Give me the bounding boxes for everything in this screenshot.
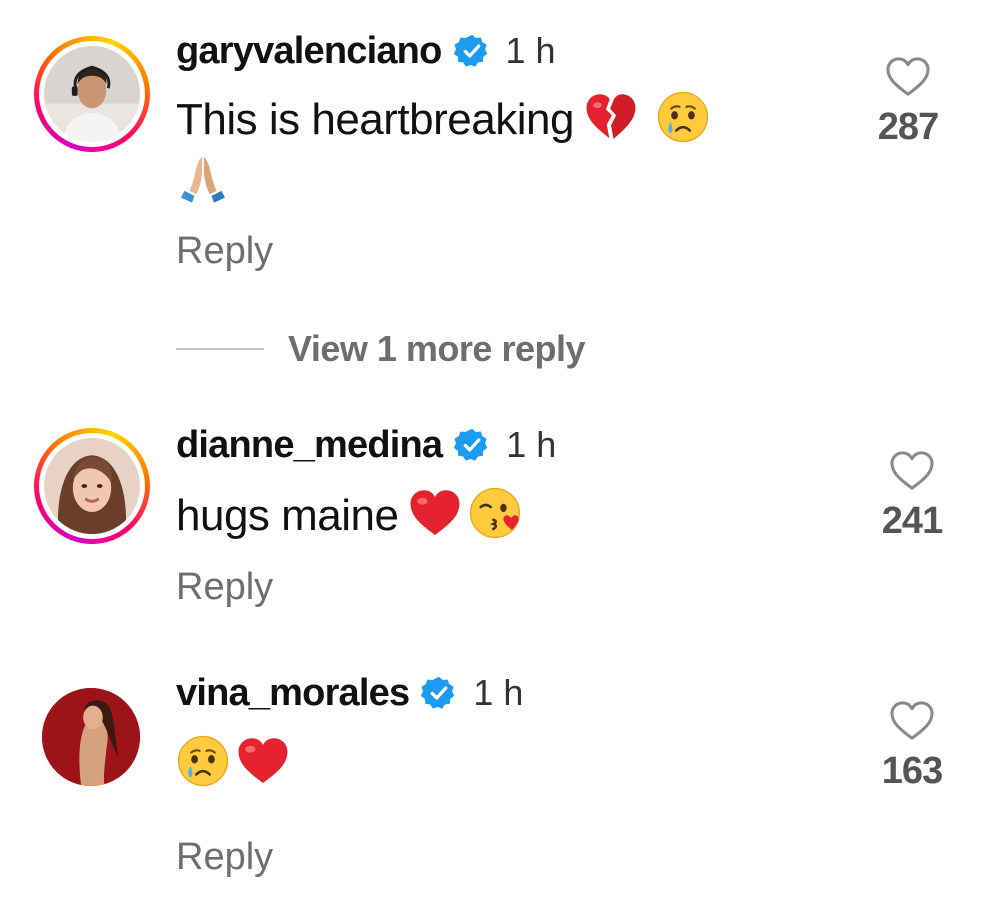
- like-count: 241: [881, 500, 943, 542]
- username[interactable]: garyvalenciano: [176, 30, 442, 73]
- username[interactable]: dianne_medina: [176, 424, 443, 467]
- comment-header: garyvalenciano 1 h: [176, 26, 556, 76]
- avatar-photo: [44, 438, 140, 534]
- comment-text: [176, 732, 290, 796]
- comment-text: hugs maine: [176, 484, 522, 548]
- verified-badge-icon: [454, 33, 490, 69]
- face-blowing-kiss-icon: [468, 486, 522, 540]
- story-ring: [34, 428, 150, 544]
- avatar[interactable]: [42, 688, 140, 786]
- crying-face-icon: [656, 90, 710, 144]
- heart-icon[interactable]: [889, 700, 935, 742]
- timestamp: 1 h: [473, 672, 524, 713]
- timestamp: 1 h: [505, 30, 556, 71]
- folded-hands-icon: [176, 152, 230, 206]
- heart-icon[interactable]: [889, 450, 935, 492]
- comment-header: dianne_medina 1 h: [176, 420, 556, 470]
- heart-icon[interactable]: [885, 56, 931, 98]
- like-area: 287: [868, 56, 948, 149]
- timestamp: 1 h: [506, 424, 557, 465]
- avatar[interactable]: [34, 36, 150, 152]
- red-heart-icon: [236, 734, 290, 788]
- view-more-label: View 1 more reply: [288, 328, 586, 369]
- avatar-photo: [42, 688, 140, 786]
- comment-body: This is heartbreaking: [176, 95, 574, 144]
- reply-button[interactable]: Reply: [176, 566, 273, 609]
- comment-text: This is heartbreaking: [176, 88, 710, 152]
- comment-body: hugs maine: [176, 491, 399, 540]
- like-count: 163: [881, 750, 943, 792]
- avatar[interactable]: [34, 428, 150, 544]
- comment-header: vina_morales 1 h: [176, 668, 523, 718]
- verified-badge-icon: [454, 427, 490, 463]
- story-ring: [34, 36, 150, 152]
- crying-face-icon: [176, 734, 230, 788]
- avatar-photo: [44, 46, 140, 142]
- verified-badge-icon: [421, 675, 457, 711]
- red-heart-icon: [408, 486, 462, 540]
- reply-button[interactable]: Reply: [176, 230, 273, 273]
- reply-button[interactable]: Reply: [176, 836, 273, 879]
- broken-heart-icon: [584, 90, 638, 144]
- username[interactable]: vina_morales: [176, 672, 410, 715]
- like-count: 287: [877, 106, 939, 148]
- view-more-replies-button[interactable]: View 1 more reply: [176, 328, 586, 370]
- divider-line: [176, 348, 264, 350]
- like-area: 241: [872, 450, 952, 543]
- like-area: 163: [872, 700, 952, 793]
- comment-text-line2: [176, 150, 230, 214]
